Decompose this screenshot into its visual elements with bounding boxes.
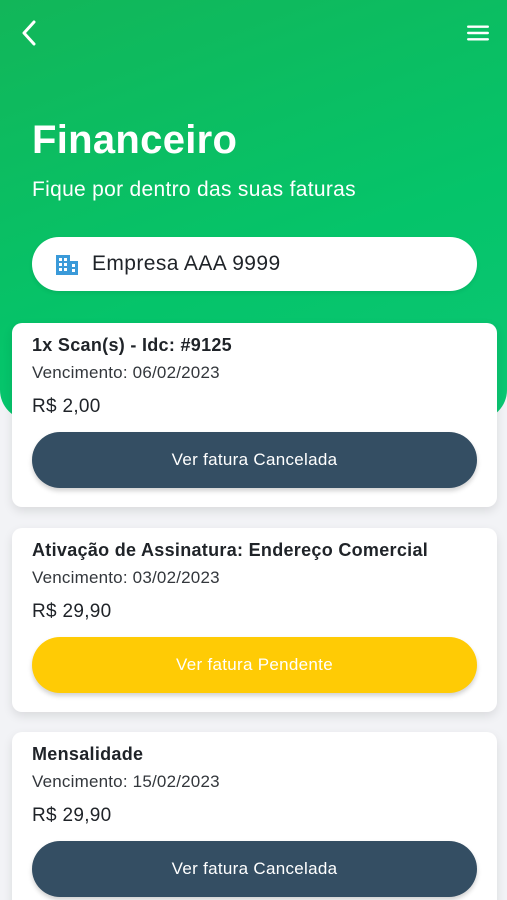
- back-button[interactable]: [14, 18, 44, 48]
- invoice-value: R$ 2,00: [32, 396, 101, 417]
- hamburger-menu-icon: [467, 25, 489, 41]
- invoice-due-date: Vencimento: 15/02/2023: [32, 772, 220, 791]
- invoice-card: Mensalidade Vencimento: 15/02/2023 R$ 29…: [12, 732, 497, 900]
- invoice-card: 1x Scan(s) - Idc: #9125 Vencimento: 06/0…: [12, 323, 497, 507]
- company-name: Empresa AAA 9999: [92, 252, 281, 275]
- invoice-card: Ativação de Assinatura: Endereço Comerci…: [12, 528, 497, 712]
- page-subtitle: Fique por dentro das suas faturas: [32, 178, 356, 201]
- invoice-due-date: Vencimento: 06/02/2023: [32, 363, 220, 382]
- invoice-title: 1x Scan(s) - Idc: #9125: [32, 335, 232, 355]
- view-cancelled-invoice-button[interactable]: Ver fatura Cancelada: [32, 841, 477, 897]
- building-icon: [54, 251, 80, 277]
- chevron-left-icon: [22, 20, 36, 46]
- invoice-value: R$ 29,90: [32, 601, 112, 622]
- menu-button[interactable]: [463, 18, 493, 48]
- view-pending-invoice-button[interactable]: Ver fatura Pendente: [32, 637, 477, 693]
- page-title: Financeiro: [32, 118, 238, 162]
- invoice-title: Ativação de Assinatura: Endereço Comerci…: [32, 540, 429, 560]
- view-cancelled-invoice-button[interactable]: Ver fatura Cancelada: [32, 432, 477, 488]
- company-selector[interactable]: Empresa AAA 9999: [32, 237, 477, 291]
- invoice-value: R$ 29,90: [32, 805, 112, 826]
- invoice-title: Mensalidade: [32, 744, 144, 764]
- invoice-due-date: Vencimento: 03/02/2023: [32, 568, 220, 587]
